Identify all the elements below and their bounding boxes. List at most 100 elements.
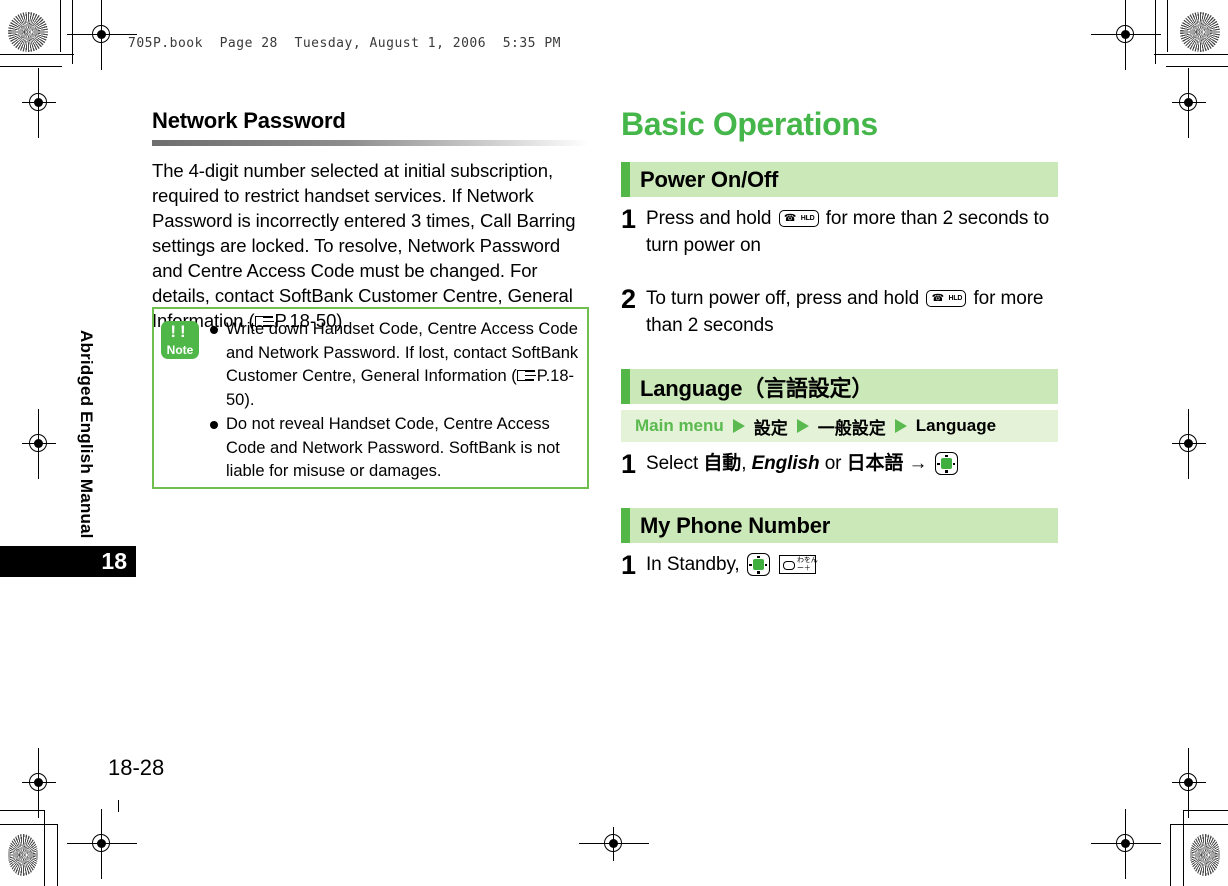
right-column: Basic Operations Power On/Off 1 Press an… xyxy=(621,106,1058,579)
center-select-key-icon[interactable] xyxy=(746,553,770,576)
running-header: 705P.book Page 28 Tuesday, August 1, 200… xyxy=(128,36,561,51)
note-icon-exclamations: !! xyxy=(170,322,190,341)
left-nub xyxy=(749,563,752,566)
breadcrumb-item-2[interactable]: 一般設定 xyxy=(818,414,886,439)
step-text: To turn power off, press and hold ☎ HLD … xyxy=(646,285,1058,339)
step-number: 1 xyxy=(621,204,637,234)
down-nub xyxy=(945,470,948,473)
band-tick xyxy=(621,508,630,543)
band-title: Power On/Off xyxy=(640,166,779,192)
section-band-power-on-off: Power On/Off xyxy=(621,162,1058,197)
note-list: Write down Handset Code, Centre Access C… xyxy=(210,318,582,485)
crop-mark-bottom-left-h2 xyxy=(0,824,58,825)
registration-crosshair-right-lower xyxy=(1172,748,1206,818)
side-tab-chapter-number: 18 xyxy=(0,546,136,577)
step-text: Press and hold ☎ HLD for more than 2 sec… xyxy=(646,205,1058,259)
crop-mark-top-left-v2 xyxy=(60,0,61,52)
note-text-1b: ). xyxy=(244,390,255,409)
crop-mark-top-left-h2 xyxy=(0,54,74,55)
note-box: !! Note Write down Handset Code, Centre … xyxy=(152,307,589,489)
crop-mark-top-right-v2 xyxy=(1167,0,1168,52)
chevron-right-icon xyxy=(796,419,809,433)
zero-key-kana-bottom: ー＋ xyxy=(797,564,811,572)
section-rule xyxy=(152,140,589,146)
step-text-standby: In Standby, xyxy=(646,554,740,575)
up-nub xyxy=(757,555,760,558)
registration-crosshair-bottom-center xyxy=(579,827,649,861)
registration-starburst-bottom-left xyxy=(8,834,38,876)
registration-crosshair-left-mid xyxy=(22,409,56,479)
select-label: Select xyxy=(646,453,699,474)
option-auto[interactable]: 自動 xyxy=(703,453,741,474)
step-text: Select 自動, English or 日本語 → xyxy=(646,450,960,477)
band-tick xyxy=(621,369,630,404)
step-item: 1 Press and hold ☎ HLD for more than 2 s… xyxy=(621,205,1058,259)
zero-key-icon[interactable]: わをん ー＋ xyxy=(779,555,818,574)
band-title: My Phone Number xyxy=(640,512,831,538)
center-key-face xyxy=(752,559,764,570)
left-column: Network Password The 4-digit number sele… xyxy=(152,108,589,333)
registration-crosshair-top-left xyxy=(67,0,137,70)
hld-key-icon[interactable]: ☎ HLD xyxy=(778,210,819,227)
step-number: 1 xyxy=(621,550,637,580)
step-number: 1 xyxy=(621,449,637,479)
hld-key-icon[interactable]: ☎ HLD xyxy=(926,290,967,307)
band-title-en: Language xyxy=(640,375,743,401)
step-item: 1 In Standby, わをん ー＋ xyxy=(621,551,1058,579)
note-icon: !! Note xyxy=(161,321,199,359)
left-nub xyxy=(937,462,940,465)
crop-mark-bottom-left-h xyxy=(0,810,45,811)
step-number: 2 xyxy=(621,284,637,314)
up-nub xyxy=(945,454,948,457)
zero-key-oval-glyph xyxy=(783,560,795,570)
registration-starburst-top-right xyxy=(1180,12,1220,52)
crop-mark-bottom-right-v xyxy=(1183,810,1184,886)
registration-crosshair-right-mid xyxy=(1172,409,1206,479)
step-item: 1 Select 自動, English or 日本語 → xyxy=(621,450,1058,478)
or-label: or xyxy=(824,453,842,474)
breadcrumb-item-1[interactable]: 設定 xyxy=(754,414,788,439)
center-select-key-icon[interactable] xyxy=(934,452,958,475)
chevron-right-icon xyxy=(732,419,745,433)
registration-crosshair-bottom-right xyxy=(1091,809,1161,879)
breadcrumb: Main menu 設定 一般設定 Language xyxy=(621,410,1058,442)
registration-crosshair-right-upper xyxy=(1172,68,1206,138)
bullet-icon xyxy=(210,326,218,334)
right-nub xyxy=(952,462,956,465)
page-number: 18-28 xyxy=(108,755,165,780)
chevron-right-icon xyxy=(894,419,907,433)
band-tick xyxy=(621,162,630,197)
registration-crosshair-bottom-left xyxy=(67,809,137,879)
side-tab-label: Abridged English Manual xyxy=(77,330,96,539)
hld-key-label: HLD xyxy=(948,294,963,302)
breadcrumb-root[interactable]: Main menu xyxy=(635,416,724,436)
crop-mark-bottom-left-v xyxy=(44,810,45,886)
section-title-network-password: Network Password xyxy=(152,108,346,133)
step-item: 2 To turn power off, press and hold ☎ HL… xyxy=(621,285,1058,339)
registration-crosshair-left-lower xyxy=(22,748,56,818)
crop-mark-top-left-h xyxy=(0,66,62,67)
center-key-face xyxy=(940,458,952,469)
band-title-jp: （言語設定） xyxy=(742,375,874,401)
band-title: Language（言語設定） xyxy=(630,371,873,403)
note-text-2: Do not reveal Handset Code, Centre Acces… xyxy=(226,415,560,480)
note-icon-label: Note xyxy=(166,343,194,357)
section-band-language: Language（言語設定） xyxy=(621,369,1058,404)
list-item: Write down Handset Code, Centre Access C… xyxy=(210,318,582,412)
step-text-before: Press and hold xyxy=(646,208,772,229)
chapter-title: Basic Operations xyxy=(621,106,878,142)
step-text: In Standby, わをん ー＋ xyxy=(646,551,818,578)
section-band-my-phone-number: My Phone Number xyxy=(621,508,1058,543)
hld-key-label: HLD xyxy=(800,214,815,222)
crop-mark-bottom-left-v2 xyxy=(57,824,58,886)
see-page-hand-icon xyxy=(516,369,536,383)
handset-glyph: ☎ xyxy=(783,213,797,224)
crop-mark-top-center xyxy=(118,800,119,812)
crop-mark-bottom-right-v2 xyxy=(1170,824,1171,886)
breadcrumb-item-3[interactable]: Language xyxy=(916,416,996,436)
crop-mark-bottom-right-h2 xyxy=(1170,824,1228,825)
zero-key-kana-top: わをん xyxy=(797,556,818,564)
option-japanese[interactable]: 日本語 xyxy=(847,453,904,474)
option-english[interactable]: English xyxy=(752,453,820,474)
list-item: Do not reveal Handset Code, Centre Acces… xyxy=(210,413,582,484)
